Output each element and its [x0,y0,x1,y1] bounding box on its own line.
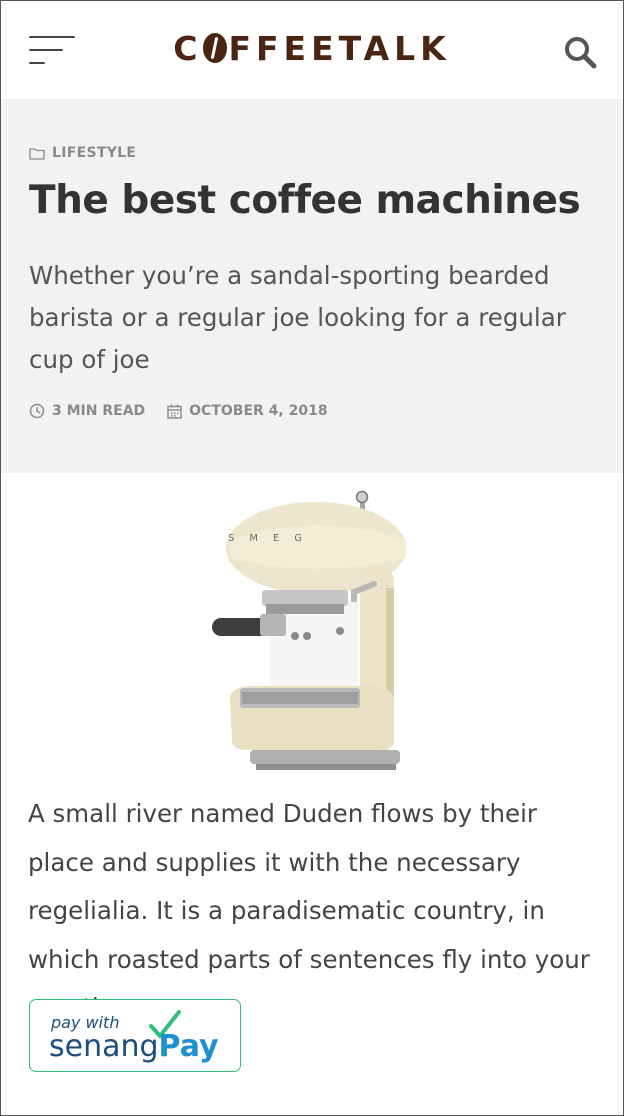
senangpay-logo: senangPay [49,1029,219,1065]
category-link[interactable]: LIFESTYLE [29,145,136,161]
pay-text: Pay [158,1029,219,1064]
read-time: 3 MIN READ [29,403,145,419]
read-time-label: 3 MIN READ [52,403,146,419]
article-title: The best coffee machines [29,178,581,223]
article-meta: 3 MIN READ OCTOBER 4, 2018 [29,403,328,419]
coffee-bean-icon [203,33,228,63]
site-header: C FFEETALK [1,1,623,99]
svg-text:SMEG: SMEG [228,533,317,544]
senang-text: senang [49,1029,159,1064]
calendar-icon [167,404,182,419]
category-label: LIFESTYLE [52,145,137,161]
logo-text-end: FFEETALK [228,29,451,68]
espresso-machine-image: SMEG [210,488,414,780]
site-logo[interactable]: C FFEETALK [1,29,623,69]
article-body: A small river named Duden flows by their… [28,799,590,1022]
senangpay-button[interactable]: pay with senangPay [29,999,241,1072]
clock-icon [29,403,45,419]
publish-date: OCTOBER 4, 2018 [167,403,328,419]
search-button[interactable] [563,35,597,69]
logo-text-start: C [173,29,203,68]
search-icon [565,37,597,69]
publish-date-label: OCTOBER 4, 2018 [189,403,328,419]
article-subtitle: Whether you’re a sandal-sporting bearded… [29,261,566,374]
folder-icon [29,147,45,160]
article-hero: LIFESTYLE The best coffee machines Wheth… [1,99,623,473]
